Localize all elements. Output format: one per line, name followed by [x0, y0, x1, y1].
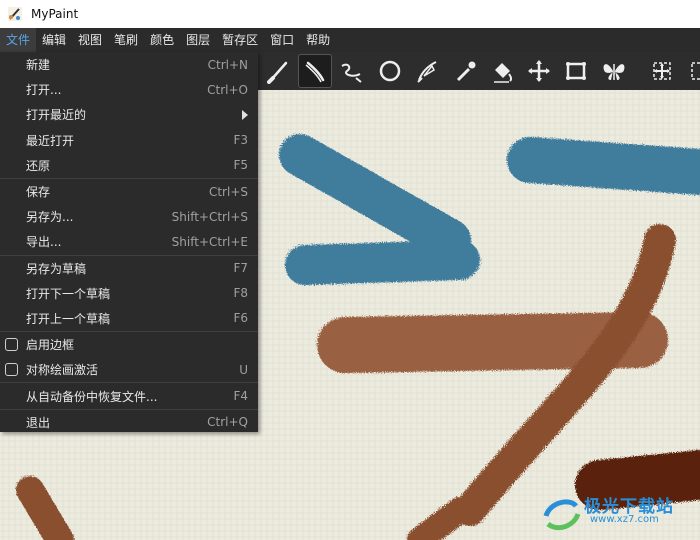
menu-item-label: 打开最近的 [26, 108, 87, 123]
watermark: 极光下载站 www.xz7.com [540, 490, 700, 538]
menu-6[interactable]: 暂存区 [216, 28, 264, 52]
watermark-subtext: www.xz7.com [590, 514, 659, 525]
shortcut-label: Shift+Ctrl+E [171, 234, 248, 249]
submenu-arrow-icon [242, 109, 248, 120]
menu-item-label: 对称绘画激活 [26, 363, 99, 378]
file-menu-dropdown: 新建 Ctrl+N 打开... Ctrl+O 打开最近的最近打开 F3 还原 F5 保存 Ctrl… [0, 52, 258, 432]
checkbox[interactable] [5, 338, 18, 352]
view-pan-tool-button[interactable] [645, 54, 679, 88]
title-bar: MyPaint [0, 0, 700, 28]
menu-item-label: 导出... [26, 235, 62, 250]
menu-item-label: 启用边框 [26, 338, 75, 353]
file-menu-item[interactable]: 从自动备份中恢复文件... F4 [0, 383, 258, 408]
ellipse-icon [379, 60, 401, 82]
view-zoom-icon [691, 62, 700, 80]
menu-item-label: 打开上一个草稿 [26, 311, 111, 326]
shortcut-label: F4 [233, 389, 248, 404]
file-menu-item[interactable]: 另存为... Shift+Ctrl+S [0, 204, 258, 229]
file-menu-item[interactable]: 启用边框 [0, 332, 258, 357]
symmetry-butterfly-icon [603, 64, 625, 80]
file-menu-item[interactable]: 退出 Ctrl+Q [0, 410, 258, 435]
menu-bar: 文件 编辑 视图 笔刷 颜色 图层 暂存区 窗口 帮助 [0, 28, 700, 52]
shortcut-label: F7 [233, 261, 248, 276]
checkbox[interactable] [5, 363, 18, 377]
file-menu-item[interactable]: 保存 Ctrl+S [0, 179, 258, 204]
shortcut-label: F8 [233, 286, 248, 301]
file-menu-item[interactable]: 新建 Ctrl+N [0, 52, 258, 77]
mypaint-logo-icon [8, 7, 22, 21]
menu-item-label: 从自动备份中恢复文件... [26, 389, 158, 404]
watermark-logo-icon [543, 499, 581, 531]
view-zoom-tool-button[interactable] [683, 54, 700, 88]
brush-tool-button[interactable] [262, 54, 296, 88]
shortcut-label: Shift+Ctrl+S [171, 209, 248, 224]
file-menu-item[interactable]: 打开上一个草稿 F6 [0, 306, 258, 331]
shortcut-label: Ctrl+N [207, 57, 248, 72]
shortcut-label: F3 [233, 133, 248, 148]
brush-icon [267, 61, 288, 84]
fill-bucket-icon [494, 63, 513, 83]
menu-item-label: 打开... [26, 83, 62, 98]
frame-icon [566, 62, 586, 80]
menu-0[interactable]: 文件 [0, 28, 37, 52]
ellipse-tool-button[interactable] [373, 54, 407, 88]
pen-nib-tool-button[interactable] [410, 54, 444, 88]
move-layer-icon [528, 60, 550, 82]
menu-4[interactable]: 颜色 [144, 28, 180, 52]
shortcut-label: U [239, 362, 248, 377]
frame-tool-button[interactable] [559, 54, 593, 88]
file-menu-item[interactable]: 打开下一个草稿 F8 [0, 281, 258, 306]
menu-1[interactable]: 编辑 [36, 28, 72, 52]
shortcut-label: Ctrl+S [208, 184, 248, 199]
menu-8[interactable]: 帮助 [300, 28, 336, 52]
menu-item-label: 新建 [26, 58, 51, 73]
file-menu-item[interactable]: 打开... Ctrl+O [0, 77, 258, 102]
shortcut-label: Ctrl+Q [207, 415, 248, 430]
shortcut-label: Ctrl+O [207, 82, 248, 97]
color-picker-icon [456, 61, 476, 82]
view-pan-icon [653, 62, 671, 80]
shortcut-label: F5 [233, 158, 248, 173]
file-menu-item[interactable]: 导出... Shift+Ctrl+E [0, 229, 258, 254]
freehand-curve-icon [341, 63, 362, 83]
file-menu-item[interactable]: 还原 F5 [0, 153, 258, 178]
symmetry-butterfly-tool-button[interactable] [597, 54, 631, 88]
window-title: MyPaint [31, 7, 79, 21]
color-picker-tool-button[interactable] [448, 54, 482, 88]
menu-2[interactable]: 视图 [72, 28, 108, 52]
menu-item-label: 另存为草稿 [26, 261, 87, 276]
menu-item-label: 最近打开 [26, 133, 75, 148]
menu-item-label: 还原 [26, 158, 51, 173]
shortcut-label: F6 [233, 311, 248, 326]
freehand-curve-tool-button[interactable] [334, 54, 368, 88]
file-menu-item[interactable]: 打开最近的 [0, 102, 258, 127]
menu-5[interactable]: 图层 [180, 28, 216, 52]
move-layer-tool-button[interactable] [522, 54, 556, 88]
menu-7[interactable]: 窗口 [264, 28, 300, 52]
file-menu-item[interactable]: 最近打开 F3 [0, 128, 258, 153]
menu-item-label: 退出 [26, 415, 51, 430]
menu-item-label: 另存为... [26, 210, 74, 225]
inking-tool-button[interactable] [298, 54, 332, 88]
pen-nib-icon [417, 61, 437, 83]
menu-item-label: 打开下一个草稿 [26, 286, 111, 301]
file-menu-item[interactable]: 对称绘画激活 U [0, 357, 258, 382]
file-menu-item[interactable]: 另存为草稿 F7 [0, 256, 258, 281]
menu-3[interactable]: 笔刷 [108, 28, 144, 52]
menu-item-label: 保存 [26, 185, 51, 200]
inking-icon [305, 61, 325, 83]
fill-bucket-tool-button[interactable] [485, 54, 519, 88]
